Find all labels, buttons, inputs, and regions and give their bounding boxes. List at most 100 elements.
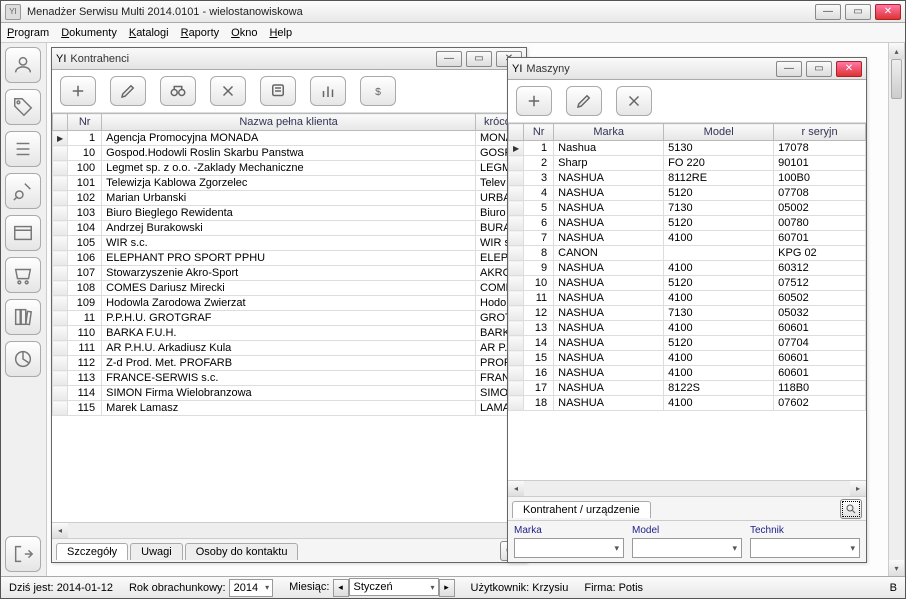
table-row[interactable]: 9NASHUA410060312 xyxy=(509,261,866,276)
table-row[interactable]: 8CANONKPG 02 xyxy=(509,246,866,261)
tag-icon[interactable] xyxy=(5,89,41,125)
month-next-button[interactable]: ▸ xyxy=(439,579,455,597)
kontrahenci-minimize[interactable]: — xyxy=(436,51,462,67)
table-row[interactable]: 11P.P.H.U. GROTGRAFGROT xyxy=(53,311,526,326)
table-row[interactable]: 109Hodowla Zarodowa ZwierzatHodo xyxy=(53,296,526,311)
minimize-button[interactable]: — xyxy=(815,4,841,20)
list-icon[interactable] xyxy=(5,131,41,167)
maszyny-hscroll[interactable]: ◂ ▸ xyxy=(508,480,866,496)
tab-kontrahent-urzadzenie[interactable]: Kontrahent / urządzenie xyxy=(512,501,651,518)
status-month-combo[interactable]: Styczeń xyxy=(349,578,439,596)
menu-program[interactable]: Program xyxy=(7,27,49,39)
table-row[interactable]: 103Biuro Bieglego RewidentaBiuro xyxy=(53,206,526,221)
maszyny-maximize[interactable]: ▭ xyxy=(806,61,832,77)
col-model[interactable]: Model xyxy=(664,124,774,141)
person-icon[interactable] xyxy=(5,47,41,83)
money-button[interactable]: $ xyxy=(360,76,396,106)
close-button[interactable]: ✕ xyxy=(875,4,901,20)
main-titlebar[interactable]: YI Menadżer Serwisu Multi 2014.0101 - wi… xyxy=(1,1,905,23)
binoculars-button[interactable] xyxy=(160,76,196,106)
status-user-value: Krzysiu xyxy=(532,582,568,594)
table-row[interactable]: 2SharpFO 22090101 xyxy=(509,156,866,171)
table-row[interactable]: 3NASHUA8112RE100B0 xyxy=(509,171,866,186)
table-row[interactable]: 107Stowarzyszenie Akro-SportAKRO xyxy=(53,266,526,281)
maszyny-grid[interactable]: Nr Marka Model r seryjn 1Nashua513017078… xyxy=(508,123,866,411)
table-row[interactable]: 105WIR s.c.WIR s xyxy=(53,236,526,251)
month-prev-button[interactable]: ◂ xyxy=(333,579,349,597)
table-row[interactable]: 4NASHUA512007708 xyxy=(509,186,866,201)
table-row[interactable]: 115Marek LamaszLAMA xyxy=(53,401,526,416)
gear-chart-icon[interactable] xyxy=(5,173,41,209)
tab-uwagi[interactable]: Uwagi xyxy=(130,543,183,560)
table-row[interactable]: 108COMES Dariusz MireckiCOME xyxy=(53,281,526,296)
edit-button[interactable] xyxy=(566,86,602,116)
table-row[interactable]: 101Telewizja Kablowa ZgorzelecTelev xyxy=(53,176,526,191)
delete-button[interactable] xyxy=(210,76,246,106)
table-row[interactable]: 18NASHUA410007602 xyxy=(509,396,866,411)
table-row[interactable]: 15NASHUA410060601 xyxy=(509,351,866,366)
table-row[interactable]: 12NASHUA713005032 xyxy=(509,306,866,321)
col-serial[interactable]: r seryjn xyxy=(774,124,866,141)
table-row[interactable]: 6NASHUA512000780 xyxy=(509,216,866,231)
col-nazwa[interactable]: Nazwa pełna klienta xyxy=(102,114,476,131)
window-icon-small: YI xyxy=(56,53,66,65)
search-button[interactable] xyxy=(840,499,862,519)
table-row[interactable]: 104Andrzej BurakowskiBURA xyxy=(53,221,526,236)
exit-icon[interactable] xyxy=(5,536,41,572)
books-icon[interactable] xyxy=(5,299,41,335)
menubar: Program Dokumenty Katalogi Raporty Okno … xyxy=(1,23,905,43)
kontrahenci-hscroll[interactable]: ◂ ▸ xyxy=(52,522,526,538)
col-nr[interactable]: Nr xyxy=(524,124,554,141)
table-row[interactable]: 1Nashua513017078 xyxy=(509,141,866,156)
table-row[interactable]: 102Marian UrbanskiURBA xyxy=(53,191,526,206)
table-row[interactable]: 17NASHUA8122S118B0 xyxy=(509,381,866,396)
note-button[interactable] xyxy=(260,76,296,106)
maszyny-titlebar[interactable]: YI Maszyny — ▭ ✕ xyxy=(508,58,866,80)
add-button[interactable] xyxy=(60,76,96,106)
menu-katalogi[interactable]: Katalogi xyxy=(129,27,169,39)
table-row[interactable]: 10Gospod.Hodowli Roslin Skarbu PanstwaGO… xyxy=(53,146,526,161)
table-row[interactable]: 112Z-d Prod. Met. PROFARBPROF xyxy=(53,356,526,371)
maszyny-minimize[interactable]: — xyxy=(776,61,802,77)
table-row[interactable]: 16NASHUA410060601 xyxy=(509,366,866,381)
delete-button[interactable] xyxy=(616,86,652,116)
filter-technik-combo[interactable] xyxy=(750,538,860,558)
filter-model-combo[interactable] xyxy=(632,538,742,558)
add-button[interactable] xyxy=(516,86,552,116)
table-row[interactable]: 5NASHUA713005002 xyxy=(509,201,866,216)
filter-marka-combo[interactable] xyxy=(514,538,624,558)
menu-raporty[interactable]: Raporty xyxy=(181,27,220,39)
maximize-button[interactable]: ▭ xyxy=(845,4,871,20)
edit-button[interactable] xyxy=(110,76,146,106)
menu-okno[interactable]: Okno xyxy=(231,27,257,39)
mdi-vscroll[interactable]: ▴ ▾ xyxy=(888,43,904,576)
status-year-combo[interactable]: 2014 xyxy=(229,579,273,597)
table-row[interactable]: 110BARKA F.U.H.BARK xyxy=(53,326,526,341)
col-marka[interactable]: Marka xyxy=(554,124,664,141)
tab-szczegoly[interactable]: Szczegóły xyxy=(56,543,128,560)
menu-dokumenty[interactable]: Dokumenty xyxy=(61,27,117,39)
pie-icon[interactable] xyxy=(5,341,41,377)
tab-osoby[interactable]: Osoby do kontaktu xyxy=(185,543,299,560)
table-row[interactable]: 1Agencja Promocyjna MONADAMONA xyxy=(53,131,526,146)
maszyny-close[interactable]: ✕ xyxy=(836,61,862,77)
kontrahenci-maximize[interactable]: ▭ xyxy=(466,51,492,67)
statusbar: Dziś jest: 2014-01-12 Rok obrachunkowy: … xyxy=(1,576,905,598)
table-row[interactable]: 10NASHUA512007512 xyxy=(509,276,866,291)
table-row[interactable]: 100Legmet sp. z o.o. -Zaklady Mechaniczn… xyxy=(53,161,526,176)
table-row[interactable]: 7NASHUA410060701 xyxy=(509,231,866,246)
table-row[interactable]: 114SIMON Firma WielobranzowaSIMO xyxy=(53,386,526,401)
cart-icon[interactable] xyxy=(5,257,41,293)
table-row[interactable]: 113FRANCE-SERWIS s.c.FRAN xyxy=(53,371,526,386)
kontrahenci-titlebar[interactable]: YI Kontrahenci — ▭ ✕ xyxy=(52,48,526,70)
table-row[interactable]: 13NASHUA410060601 xyxy=(509,321,866,336)
chart-button[interactable] xyxy=(310,76,346,106)
window-icon[interactable] xyxy=(5,215,41,251)
table-row[interactable]: 111AR P.H.U. Arkadiusz KulaAR P. xyxy=(53,341,526,356)
kontrahenci-grid[interactable]: Nr Nazwa pełna klienta krócon 1Agencja P… xyxy=(52,113,526,416)
col-nr[interactable]: Nr xyxy=(68,114,102,131)
table-row[interactable]: 14NASHUA512007704 xyxy=(509,336,866,351)
table-row[interactable]: 106ELEPHANT PRO SPORT PPHUELEPH xyxy=(53,251,526,266)
menu-help[interactable]: Help xyxy=(269,27,292,39)
table-row[interactable]: 11NASHUA410060502 xyxy=(509,291,866,306)
